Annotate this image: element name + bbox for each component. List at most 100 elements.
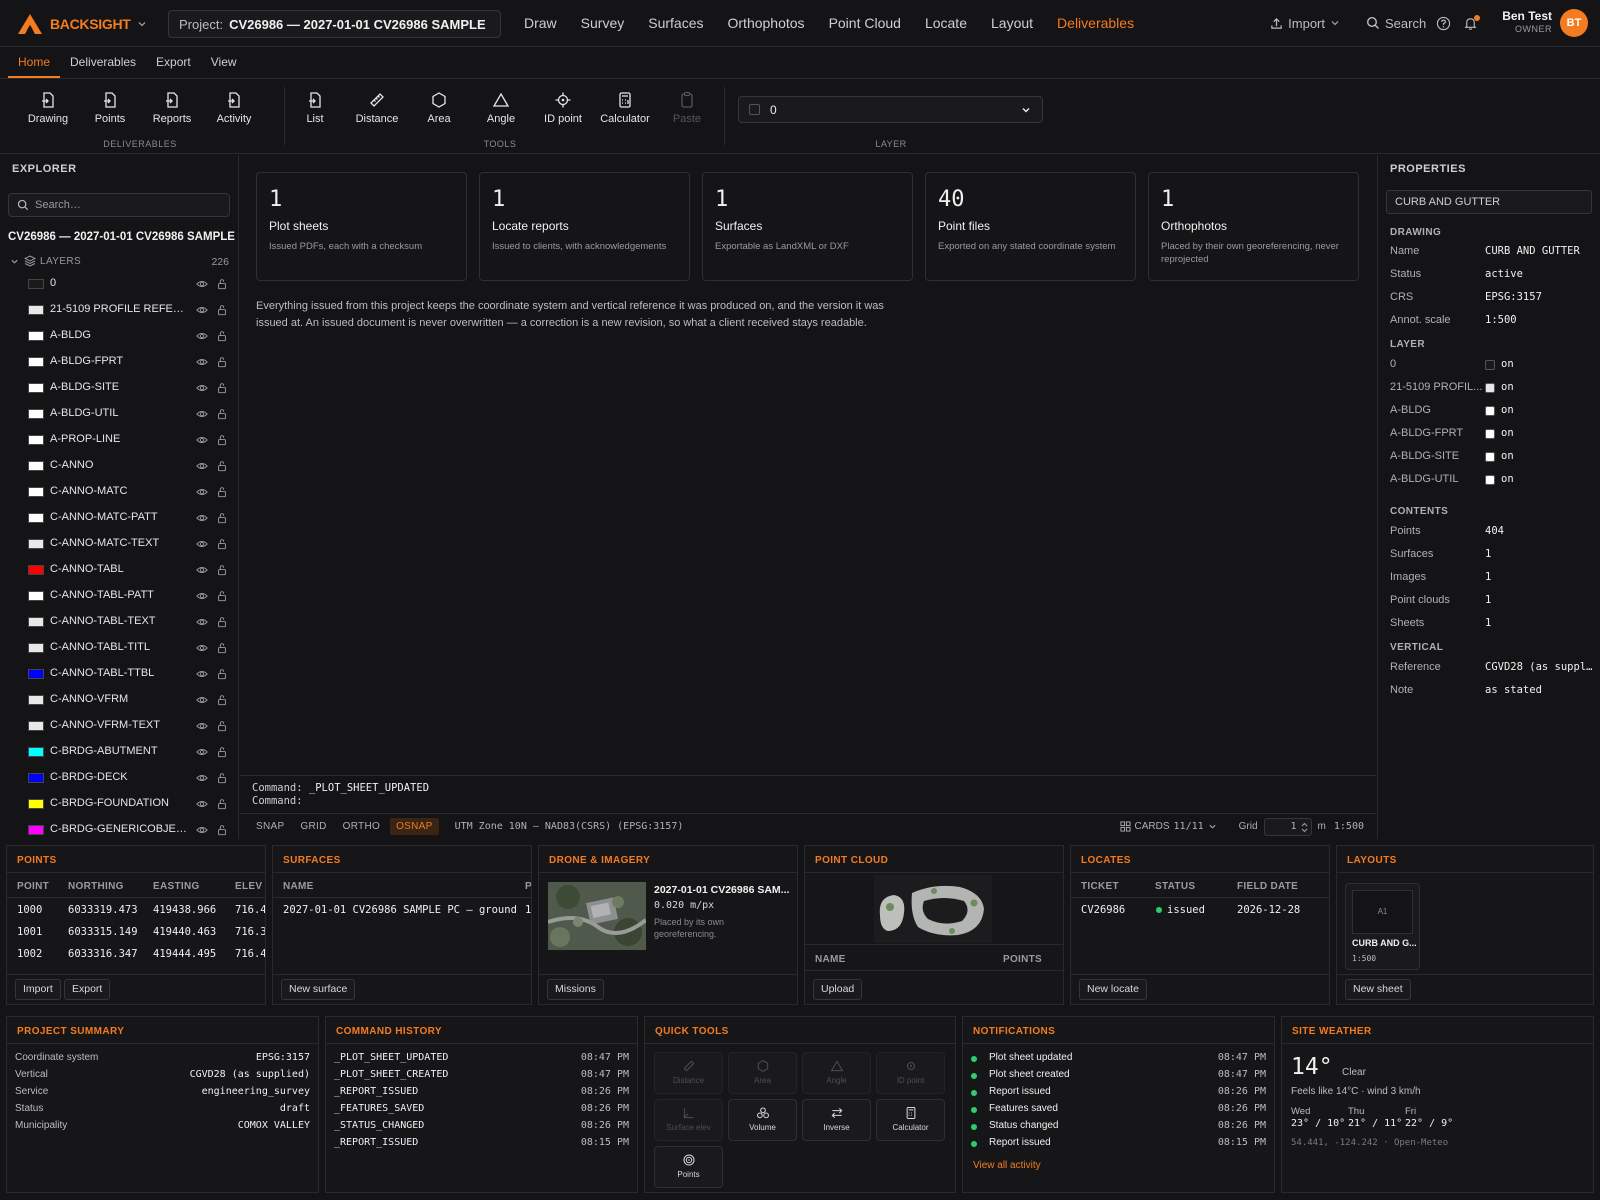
nav-locate[interactable]: Locate xyxy=(925,15,967,31)
grid-toggle[interactable]: GRID xyxy=(300,821,326,832)
new-surface-button[interactable]: New surface xyxy=(281,979,356,1000)
eye-icon[interactable] xyxy=(196,408,208,420)
history-row[interactable]: _REPORT_ISSUED 08:26 PM xyxy=(334,1086,629,1103)
layers-header[interactable]: LAYERS 226 xyxy=(0,253,238,271)
eye-icon[interactable] xyxy=(196,356,208,368)
eye-icon[interactable] xyxy=(196,382,208,394)
activity-button[interactable]: Activity xyxy=(204,91,264,125)
id-point-button[interactable]: ID point xyxy=(533,91,593,125)
layer-row[interactable]: 0 xyxy=(0,271,238,297)
deliverable-card[interactable]: 40 Point files Exported on any stated coor… xyxy=(925,172,1136,281)
lock-icon[interactable] xyxy=(216,304,228,316)
import-points-button[interactable]: Import xyxy=(15,979,61,1000)
eye-icon[interactable] xyxy=(196,330,208,342)
history-row[interactable]: _PLOT_SHEET_UPDATED 08:47 PM xyxy=(334,1052,629,1069)
point-id[interactable]: 1002 xyxy=(17,948,42,960)
layer-row[interactable]: C-ANNO-MATC xyxy=(0,479,238,505)
layer-state[interactable]: on xyxy=(1501,404,1600,416)
lock-icon[interactable] xyxy=(216,356,228,368)
user-info[interactable]: Ben Test OWNER xyxy=(1502,10,1552,36)
deliverable-card[interactable]: 1 Orthophotos Placed by their own georefer… xyxy=(1148,172,1359,281)
tab-deliverables[interactable]: Deliverables xyxy=(60,47,146,78)
layer-row[interactable]: C-ANNO-TABL-PATT xyxy=(0,583,238,609)
eye-icon[interactable] xyxy=(196,642,208,654)
eye-icon[interactable] xyxy=(196,694,208,706)
layer-state[interactable]: on xyxy=(1501,427,1600,439)
eye-icon[interactable] xyxy=(196,304,208,316)
layer-row[interactable]: C-ANNO-MATC-TEXT xyxy=(0,531,238,557)
eye-icon[interactable] xyxy=(196,590,208,602)
layer-row[interactable]: C-BRDG-DECK xyxy=(0,765,238,791)
layer-state[interactable]: on xyxy=(1501,358,1600,370)
tab-view[interactable]: View xyxy=(201,47,247,78)
layer-row[interactable]: A-BLDG-FPRT xyxy=(0,349,238,375)
deliverable-card[interactable]: 1 Locate reports Issued to clients, with a… xyxy=(479,172,690,281)
history-row[interactable]: _PLOT_SHEET_CREATED 08:47 PM xyxy=(334,1069,629,1086)
explorer-search-input[interactable]: Search… xyxy=(8,193,230,217)
lock-icon[interactable] xyxy=(216,564,228,576)
properties-search-input[interactable]: CURB AND GUTTER xyxy=(1386,190,1592,214)
point-id[interactable]: 1001 xyxy=(17,926,42,938)
lock-icon[interactable] xyxy=(216,382,228,394)
scale-readout[interactable]: 1:500 xyxy=(1334,821,1364,832)
lock-icon[interactable] xyxy=(216,798,228,810)
ortho-toggle[interactable]: ORTHO xyxy=(343,821,380,832)
angle-button[interactable]: Angle xyxy=(471,91,531,125)
nav-orthophotos[interactable]: Orthophotos xyxy=(728,15,805,31)
lock-icon[interactable] xyxy=(216,512,228,524)
orthophoto-name[interactable]: 2027-01-01 CV26986 SAM... xyxy=(654,884,789,896)
qt-volume-button[interactable]: Volume xyxy=(728,1099,797,1141)
surface-name[interactable]: 2027-01-01 CV26986 SAMPLE PC — ground xyxy=(283,904,517,916)
notification-item[interactable]: Report issued 08:26 PM xyxy=(971,1086,1266,1103)
notification-item[interactable]: Report issued 08:15 PM xyxy=(971,1137,1266,1154)
eye-icon[interactable] xyxy=(196,824,208,836)
point-cloud-thumbnail[interactable] xyxy=(874,875,992,943)
lock-icon[interactable] xyxy=(216,278,228,290)
lock-icon[interactable] xyxy=(216,460,228,472)
eye-icon[interactable] xyxy=(196,668,208,680)
layer-row[interactable]: A-BLDG xyxy=(0,323,238,349)
grid-spacing-input[interactable]: 1 xyxy=(1263,817,1312,836)
lock-icon[interactable] xyxy=(216,616,228,628)
view-all-activity-link[interactable]: View all activity xyxy=(973,1160,1041,1171)
history-row[interactable]: _STATUS_CHANGED 08:26 PM xyxy=(334,1120,629,1137)
points-button[interactable]: Points xyxy=(80,91,140,125)
layer-row[interactable]: C-ANNO-TABL-TEXT xyxy=(0,609,238,635)
upload-button[interactable]: Upload xyxy=(813,979,863,1000)
eye-icon[interactable] xyxy=(196,460,208,472)
nav-layout[interactable]: Layout xyxy=(991,15,1033,31)
layer-row[interactable]: C-ANNO-VFRM xyxy=(0,687,238,713)
lock-icon[interactable] xyxy=(216,486,228,498)
sheet-card[interactable]: A1 CURB AND G... 1:500 xyxy=(1345,883,1420,970)
lock-icon[interactable] xyxy=(216,668,228,680)
help-icon[interactable] xyxy=(1436,16,1451,31)
layer-row[interactable]: 21-5109 PROFILE REFERE... xyxy=(0,297,238,323)
osnap-toggle[interactable]: OSNAP xyxy=(390,818,439,835)
eye-icon[interactable] xyxy=(196,616,208,628)
layer-row[interactable]: C-ANNO-MATC-PATT xyxy=(0,505,238,531)
notifications-bell[interactable] xyxy=(1463,14,1481,31)
lock-icon[interactable] xyxy=(216,694,228,706)
eye-icon[interactable] xyxy=(196,434,208,446)
lock-icon[interactable] xyxy=(216,642,228,654)
layer-row[interactable]: C-BRDG-GENERICOBJECT xyxy=(0,817,238,839)
stepper-icon[interactable] xyxy=(1300,821,1309,834)
nav-deliverables[interactable]: Deliverables xyxy=(1057,15,1134,31)
lock-icon[interactable] xyxy=(216,824,228,836)
point-id[interactable]: 1000 xyxy=(17,904,42,916)
new-locate-button[interactable]: New locate xyxy=(1079,979,1147,1000)
layer-row[interactable]: A-BLDG-SITE xyxy=(0,375,238,401)
layer-row[interactable]: C-ANNO-TABL-TTBL xyxy=(0,661,238,687)
layer-row[interactable]: C-ANNO-VFRM-TEXT xyxy=(0,713,238,739)
history-row[interactable]: _REPORT_ISSUED 08:15 PM xyxy=(334,1137,629,1154)
project-selector[interactable]: Project: CV26986 — 2027-01-01 CV26986 SA… xyxy=(168,10,501,38)
reports-button[interactable]: Reports xyxy=(142,91,202,125)
qt-calculator-button[interactable]: Calculator xyxy=(876,1099,945,1141)
locate-ticket[interactable]: CV26986 xyxy=(1081,904,1125,916)
layer-row[interactable]: A-PROP-LINE xyxy=(0,427,238,453)
layer-row[interactable]: C-ANNO-TABL-TITL xyxy=(0,635,238,661)
notification-item[interactable]: Status changed 08:26 PM xyxy=(971,1120,1266,1137)
layer-state[interactable]: on xyxy=(1501,381,1600,393)
eye-icon[interactable] xyxy=(196,538,208,550)
export-points-button[interactable]: Export xyxy=(64,979,111,1000)
